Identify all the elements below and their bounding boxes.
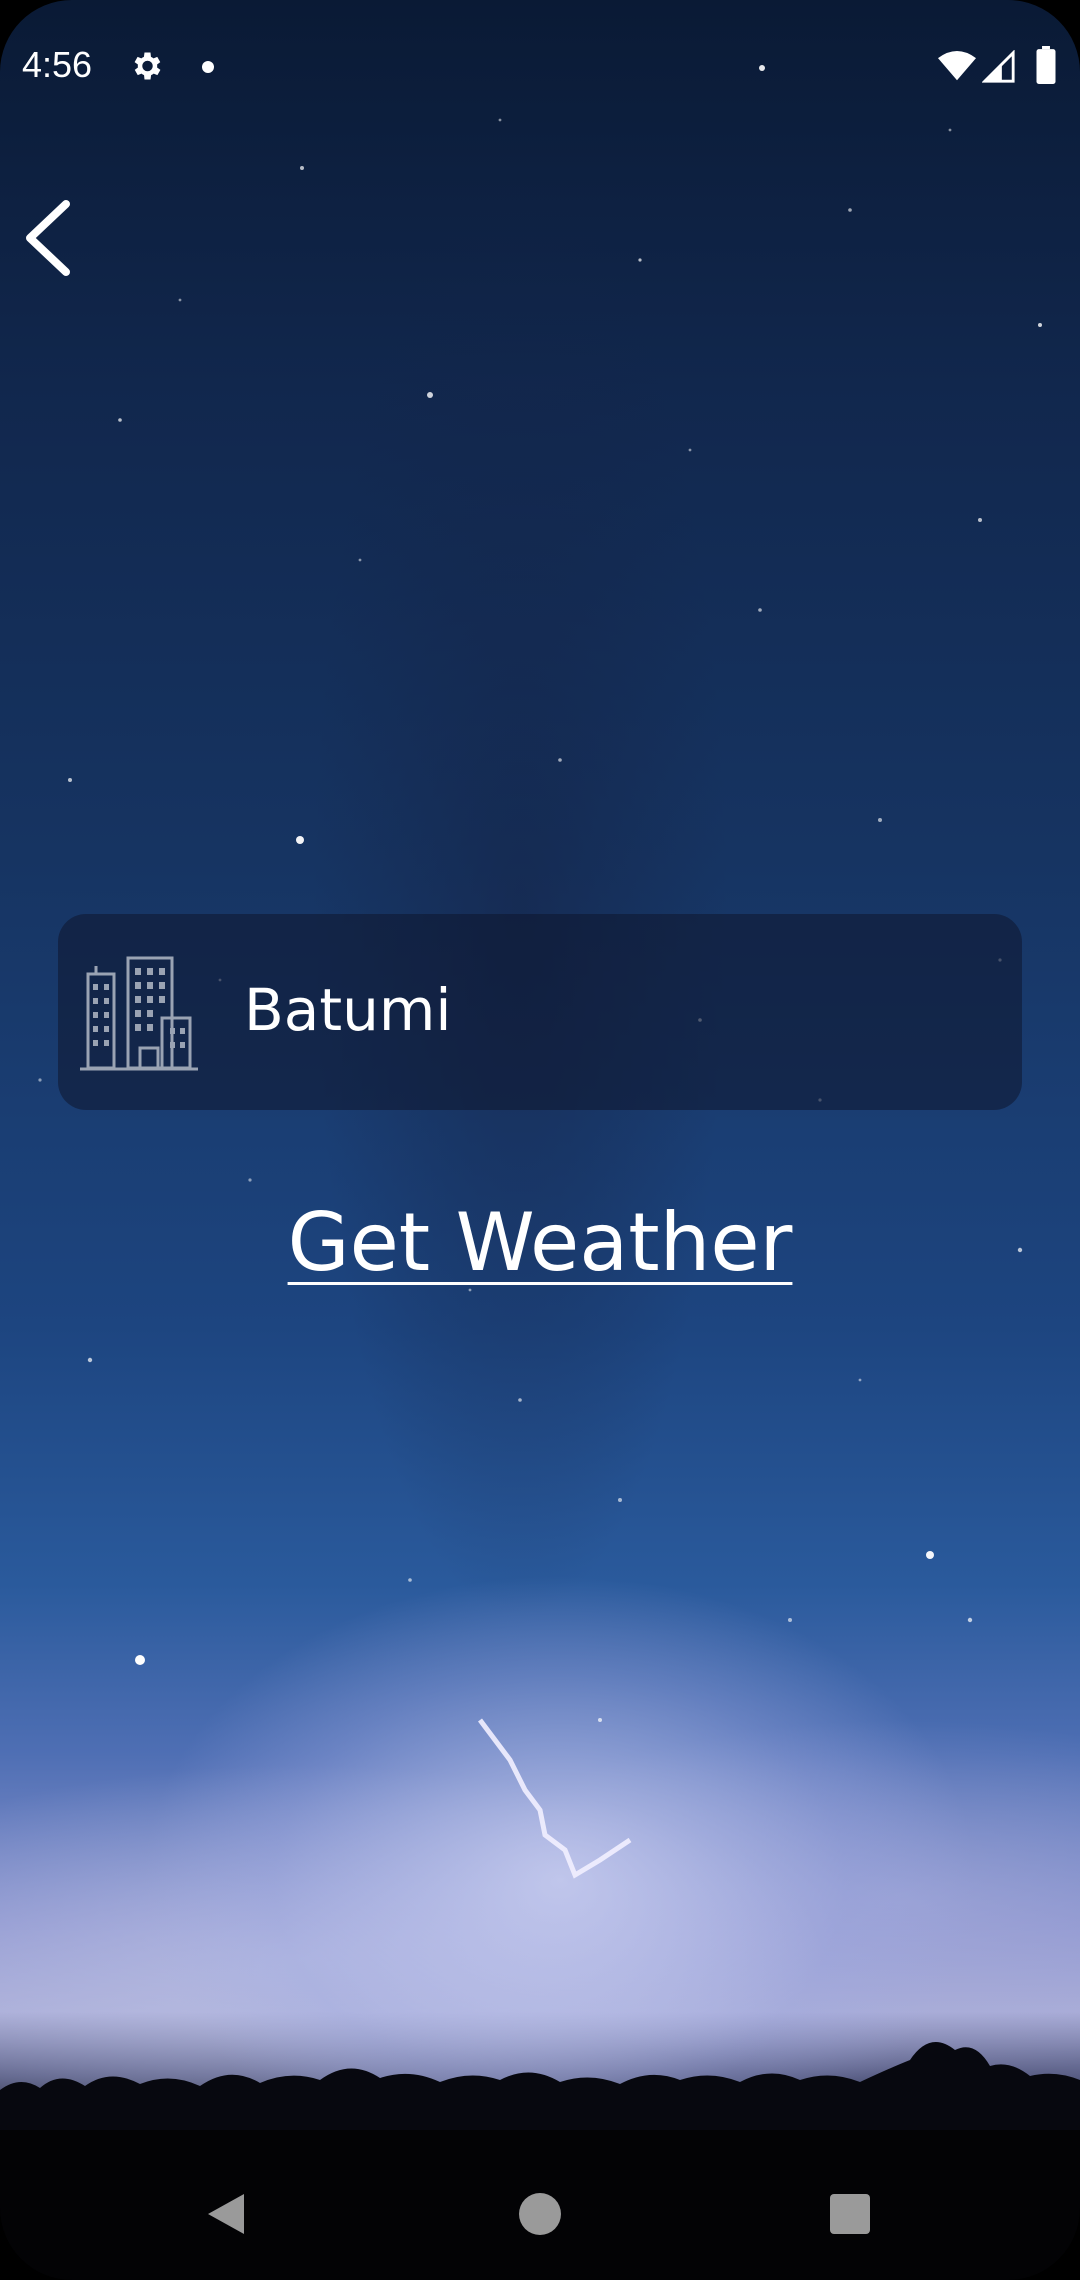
nav-home-icon[interactable]	[519, 2193, 561, 2235]
status-bar: 4:56	[0, 0, 1080, 140]
notification-dot-icon	[202, 61, 214, 73]
signal-icon	[982, 50, 1015, 83]
nav-back-icon[interactable]	[204, 2190, 248, 2238]
treeline-silhouette	[0, 2042, 1080, 2140]
back-button[interactable]	[18, 198, 78, 278]
chevron-left-icon	[26, 200, 70, 276]
city-buildings-icon	[80, 956, 198, 1071]
battery-icon	[1036, 46, 1056, 84]
gear-icon	[134, 52, 161, 80]
city-input-field[interactable]: Batumi	[58, 914, 1022, 1110]
city-input-value[interactable]: Batumi	[244, 976, 451, 1044]
status-time: 4:56	[22, 44, 93, 85]
screen: 4:56 Batumi Get Weather	[0, 0, 1080, 2280]
wifi-icon	[938, 50, 976, 81]
nav-recents-icon[interactable]	[830, 2194, 870, 2234]
get-weather-button[interactable]: Get Weather	[0, 1196, 1080, 1289]
